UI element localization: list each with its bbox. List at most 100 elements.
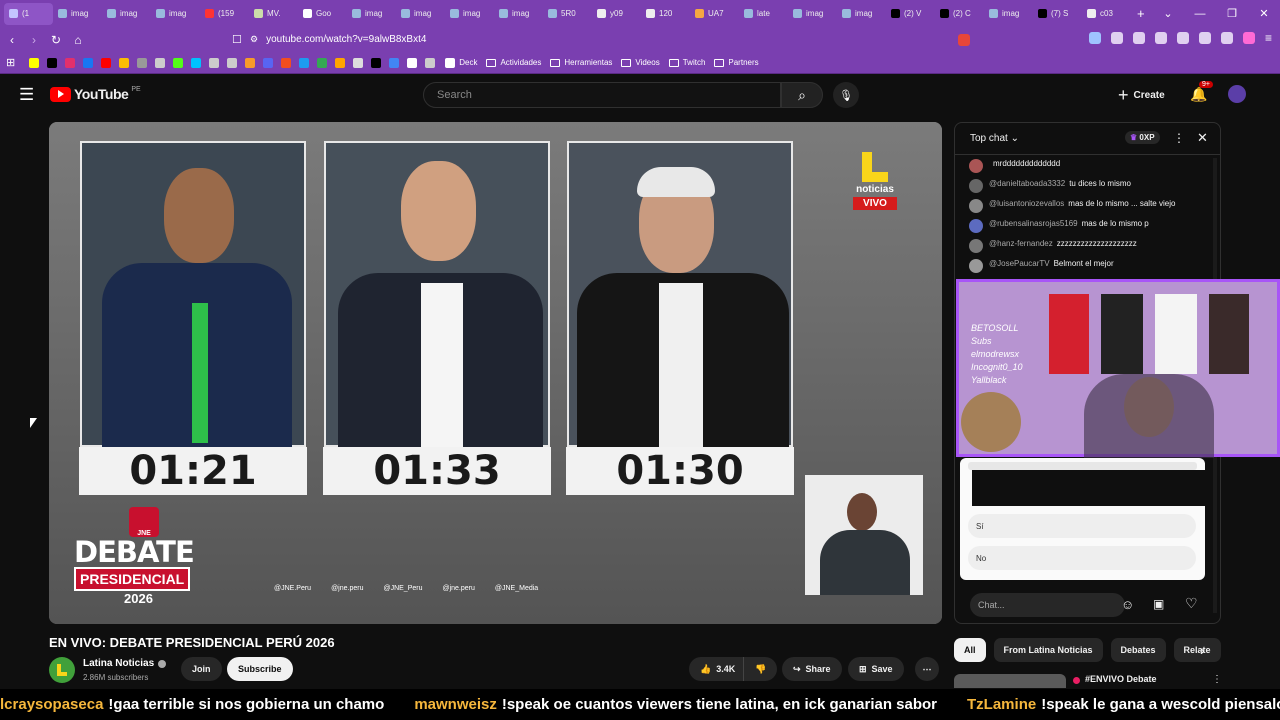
bookmark-icon[interactable] — [245, 57, 256, 68]
apps-grid-icon[interactable]: ⊞ — [6, 56, 15, 69]
filter-chip[interactable]: Relate — [1173, 638, 1221, 662]
browser-tab[interactable]: imag — [984, 3, 1033, 25]
channel-avatar[interactable] — [49, 657, 75, 683]
bookmark-icon[interactable] — [353, 57, 364, 68]
browser-tab[interactable]: 120 — [641, 3, 690, 25]
video-player[interactable]: 01:21 01:33 01:30 noticias VIVO JNE DEBA… — [49, 122, 942, 624]
bookmark-icon[interactable] — [191, 57, 202, 68]
browser-tab[interactable]: (2) V — [886, 3, 935, 25]
dislike-button[interactable]: 👎 — [743, 657, 778, 681]
poll-option-no[interactable]: No — [968, 546, 1196, 570]
browser-tab[interactable]: Goo — [298, 3, 347, 25]
bookmark-folder[interactable]: Herramientas — [550, 58, 612, 68]
extension-icon[interactable] — [1242, 32, 1255, 44]
bookmark-icon[interactable]: ☐ — [232, 33, 242, 46]
url-field[interactable]: ☐ ⚙ youtube.com/watch?v=9alwB8xBxt4 — [232, 30, 970, 49]
emoji-icon[interactable]: ☺ — [1121, 597, 1134, 612]
bookmark-icon[interactable] — [209, 57, 220, 68]
browser-tab[interactable]: late — [739, 3, 788, 25]
filter-chip[interactable]: From Latina Noticias — [993, 638, 1103, 662]
browser-tab[interactable]: MV. — [249, 3, 298, 25]
chevron-down-icon[interactable]: ⌄ — [1152, 0, 1184, 27]
bookmark-icon[interactable] — [335, 57, 346, 68]
chevron-right-icon[interactable]: › — [1200, 642, 1205, 658]
chat-input[interactable]: Chat... — [970, 593, 1125, 617]
browser-tab[interactable]: imag — [53, 3, 102, 25]
menu-icon[interactable]: ≡ — [1265, 32, 1272, 44]
chat-author[interactable]: @luisantoniozevallos — [989, 199, 1064, 208]
bookmark-folder[interactable]: Partners — [714, 58, 759, 68]
extension-icon[interactable] — [1220, 32, 1233, 44]
subscribe-button[interactable]: Subscribe — [227, 657, 293, 681]
browser-tab[interactable]: UA7 — [690, 3, 739, 25]
hamburger-menu-icon[interactable]: ☰ — [19, 85, 34, 105]
bookmark-icon[interactable] — [119, 57, 130, 68]
bookmark-folder[interactable]: Actividades — [486, 58, 541, 68]
avatar[interactable] — [969, 219, 983, 233]
voice-search-button[interactable]: 🎙 — [833, 82, 859, 108]
new-tab-button[interactable]: + — [1137, 6, 1145, 21]
chat-author[interactable]: @hanz-fernandez — [989, 239, 1053, 248]
share-button[interactable]: ↪ Share — [782, 657, 842, 681]
extension-icon[interactable] — [1198, 32, 1211, 44]
avatar[interactable] — [969, 179, 983, 193]
bookmark-icon[interactable] — [47, 57, 58, 68]
extension-icon[interactable] — [1154, 32, 1167, 44]
minimize-button[interactable]: — — [1184, 0, 1216, 27]
filter-chip[interactable]: Debates — [1110, 638, 1166, 662]
browser-tab[interactable]: imag — [396, 3, 445, 25]
reload-button[interactable]: ↻ — [46, 30, 66, 50]
bookmark-folder[interactable]: Videos — [621, 58, 660, 68]
back-button[interactable]: ‹ — [2, 30, 22, 50]
filter-chip[interactable]: All — [954, 638, 986, 662]
bookmark-icon[interactable] — [29, 57, 40, 68]
extension-icon[interactable] — [1176, 32, 1189, 44]
forward-button[interactable]: › — [24, 30, 44, 50]
like-button[interactable]: 👍 3.4K — [689, 657, 747, 681]
bookmark-icon[interactable] — [155, 57, 166, 68]
browser-tab[interactable]: imag — [494, 3, 543, 25]
bookmark-icon[interactable] — [389, 57, 400, 68]
create-button[interactable]: + Create — [1118, 83, 1165, 107]
browser-tab[interactable]: imag — [102, 3, 151, 25]
bookmark-icon[interactable] — [425, 57, 436, 68]
bookmark-icon[interactable] — [317, 57, 328, 68]
browser-tab[interactable]: imag — [837, 3, 886, 25]
chat-author[interactable]: @JosePaucarTV — [989, 259, 1050, 268]
browser-tab[interactable]: (2) C — [935, 3, 984, 25]
browser-tab[interactable]: imag — [788, 3, 837, 25]
search-button[interactable]: ⌕ — [781, 82, 823, 108]
bookmark-icon[interactable] — [407, 57, 418, 68]
points-badge[interactable]: ♛ 0XP — [1125, 131, 1160, 144]
bookmark-icon[interactable] — [83, 57, 94, 68]
bookmark-folder[interactable]: Deck — [445, 57, 477, 68]
browser-tab[interactable]: (7) S — [1033, 3, 1082, 25]
poll-option-yes[interactable]: Sí — [968, 514, 1196, 538]
extension-icon[interactable] — [1110, 32, 1123, 44]
browser-tab[interactable]: (159 — [200, 3, 249, 25]
site-info-icon[interactable]: ⚙ — [250, 34, 258, 45]
avatar[interactable] — [969, 259, 983, 273]
chat-close-icon[interactable]: ✕ — [1197, 130, 1208, 146]
chat-author[interactable]: @rubensalinasrojas5169 — [989, 219, 1078, 228]
bookmark-icon[interactable] — [281, 57, 292, 68]
close-window-button[interactable]: ✕ — [1248, 0, 1280, 27]
bookmark-icon[interactable] — [299, 57, 310, 68]
brave-shield-icon[interactable] — [958, 33, 970, 46]
avatar[interactable] — [969, 199, 983, 213]
browser-tab[interactable]: 5R0 — [543, 3, 592, 25]
next-video-row[interactable]: #ENVIVO Debate ⋮ — [954, 674, 1224, 688]
more-actions-button[interactable]: ⋯ — [915, 657, 939, 681]
avatar[interactable] — [969, 239, 983, 253]
bookmark-icon[interactable] — [173, 57, 184, 68]
avatar[interactable] — [1228, 85, 1246, 103]
bookmark-folder[interactable]: Twitch — [668, 58, 705, 68]
browser-tab[interactable]: imag — [347, 3, 396, 25]
bookmark-icon[interactable] — [263, 57, 274, 68]
extension-icon[interactable] — [1088, 32, 1101, 44]
chat-author[interactable]: @danieltaboada3332 — [989, 179, 1065, 188]
browser-tab[interactable]: c03 — [1082, 3, 1131, 25]
chat-mode-select[interactable]: Top chat ⌄ — [970, 133, 1019, 144]
bookmark-icon[interactable] — [227, 57, 238, 68]
browser-tab[interactable]: y09 — [592, 3, 641, 25]
